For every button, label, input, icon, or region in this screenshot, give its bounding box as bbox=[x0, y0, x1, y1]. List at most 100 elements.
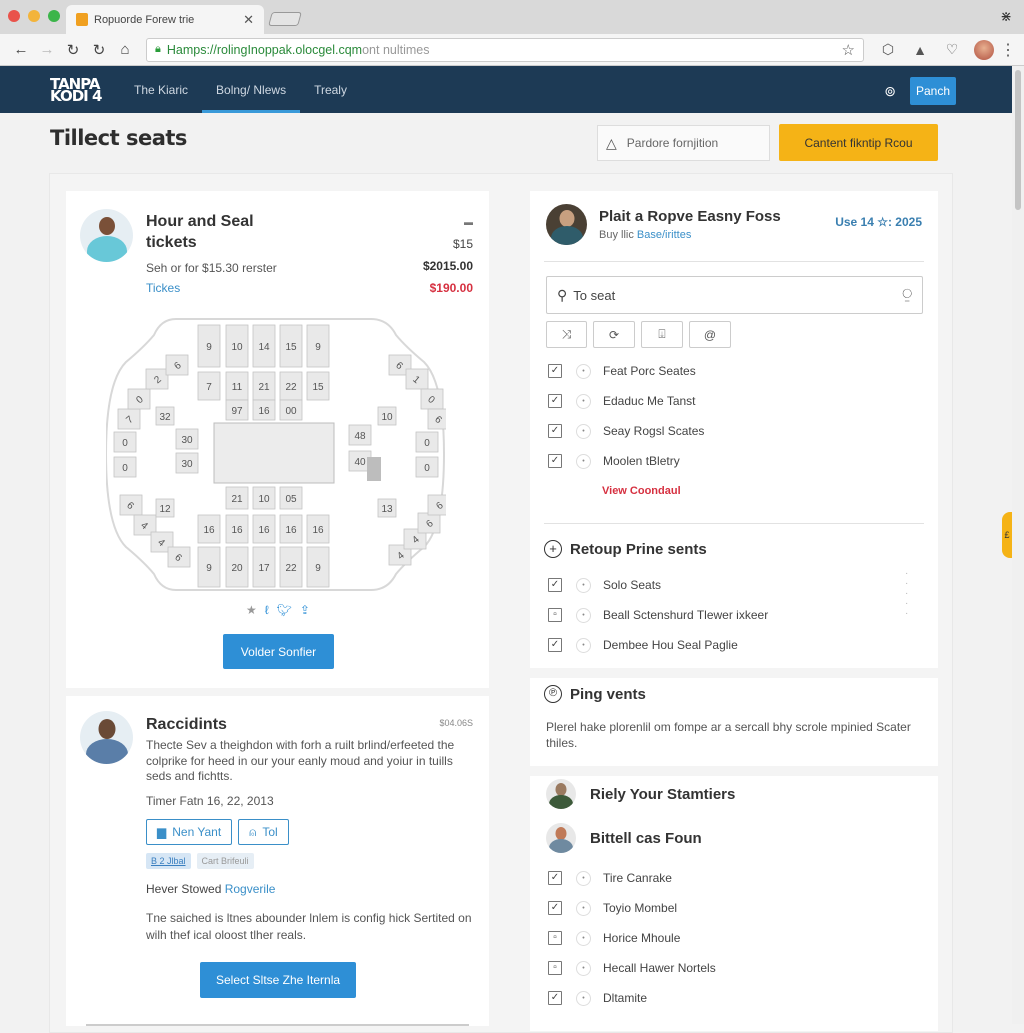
star-icon[interactable]: ★ bbox=[246, 603, 257, 617]
radio-icon[interactable]: • bbox=[576, 960, 591, 976]
seat-section[interactable]: 22 bbox=[279, 546, 303, 588]
person-row[interactable]: Riely Your Stamtiers bbox=[546, 779, 735, 809]
address-bar[interactable]: 🔒︎ Hamps://rolingInoppak.olocgel.cqm ont… bbox=[146, 37, 864, 62]
minimize-window-button[interactable] bbox=[28, 10, 40, 22]
tickets-link[interactable]: Tickes bbox=[146, 281, 180, 295]
bookmark-star-icon[interactable]: ☆ bbox=[842, 41, 855, 59]
checkbox-checked[interactable]: ✓ bbox=[548, 454, 562, 468]
checkbox-checked[interactable]: ✓ bbox=[548, 991, 562, 1005]
shuffle-icon[interactable]: ⤨ bbox=[546, 321, 587, 348]
seat-section[interactable]: 10 bbox=[225, 324, 249, 368]
list-item[interactable]: ✓ • Tire Canrake bbox=[548, 863, 716, 893]
checkbox-checked[interactable]: ✓ bbox=[548, 364, 562, 378]
list-item[interactable]: ✓ • Edaduc Me Tanst bbox=[548, 386, 704, 416]
site-logo[interactable]: TANPA KODI 4 bbox=[50, 76, 120, 103]
feedback-side-tab[interactable]: £ bbox=[1002, 512, 1012, 558]
seat-section[interactable]: 16 bbox=[197, 514, 221, 544]
seat-section[interactable]: 17 bbox=[252, 546, 276, 588]
seat-section[interactable]: 48 bbox=[348, 424, 372, 446]
seat-section[interactable]: 6 bbox=[165, 354, 189, 376]
user-icon[interactable]: ⊚ bbox=[884, 83, 896, 100]
new-event-button[interactable]: ▆ Nen Yant bbox=[146, 819, 233, 845]
share-icon[interactable]: ⇪ bbox=[300, 603, 310, 617]
seat-section[interactable]: 0 bbox=[113, 431, 137, 453]
seat-section[interactable]: 21 bbox=[225, 486, 249, 510]
list-item[interactable]: ✓ • Feat Porc Seates bbox=[548, 356, 704, 386]
twitter-icon[interactable]: 🐦︎ bbox=[277, 603, 292, 617]
checkbox-checked[interactable]: ✓ bbox=[548, 901, 562, 915]
user-icon[interactable]: ⍜ bbox=[902, 286, 912, 304]
seat-section[interactable]: 6 bbox=[119, 494, 143, 516]
seat-section[interactable]: 0 bbox=[420, 388, 444, 410]
seat-section[interactable]: 00 bbox=[279, 399, 303, 421]
seat-section[interactable]: 22 bbox=[279, 371, 303, 401]
new-tab-button[interactable] bbox=[268, 12, 302, 26]
seat-section[interactable]: 10 bbox=[252, 486, 276, 510]
secondary-action-button[interactable]: △ Pardore fornjition bbox=[597, 125, 770, 161]
seat-section[interactable]: 16 bbox=[225, 514, 249, 544]
link-icon[interactable]: ℓ bbox=[265, 603, 269, 617]
nav-link-2[interactable]: Bolng/ Nlews bbox=[202, 66, 301, 113]
extension-heart-icon[interactable]: ♡ bbox=[936, 41, 968, 58]
view-all-link[interactable]: View Coondaul bbox=[602, 485, 681, 497]
seat-section[interactable]: 11 bbox=[225, 371, 249, 401]
tag-link[interactable]: B 2 Jlbal bbox=[146, 853, 191, 869]
radio-icon[interactable]: • bbox=[576, 870, 591, 886]
list-item[interactable]: ✓ • Moolen tBletry bbox=[548, 446, 704, 476]
radio-icon[interactable]: • bbox=[576, 607, 591, 623]
seat-section[interactable]: 7 bbox=[117, 408, 141, 430]
venue-seat-map[interactable]: 9 10 14 15 97 11 21 22 1597 16 0021 10 0516 16 16 16 169… bbox=[106, 317, 446, 592]
nav-link-1[interactable]: The Kiaric bbox=[120, 66, 202, 113]
seat-section[interactable]: 9 bbox=[197, 324, 221, 368]
seat-section[interactable]: 12 bbox=[155, 498, 175, 518]
extension-shield-icon[interactable]: ⬡ bbox=[872, 41, 904, 58]
radio-icon[interactable]: • bbox=[576, 393, 591, 409]
seat-section[interactable]: 14 bbox=[252, 324, 276, 368]
share-icon[interactable]: ⟳ bbox=[593, 321, 635, 348]
seat-section[interactable]: 6 bbox=[417, 512, 441, 534]
primary-action-button[interactable]: Cantent fikntip Rcou bbox=[779, 124, 938, 161]
scrollbar-thumb[interactable] bbox=[1015, 70, 1021, 210]
checkbox-unchecked[interactable]: ▫ bbox=[548, 608, 562, 622]
checkbox-checked[interactable]: ✓ bbox=[548, 578, 562, 592]
seat-section[interactable]: 13 bbox=[377, 498, 397, 518]
seat-section[interactable]: 0 bbox=[127, 388, 151, 410]
checkbox-checked[interactable]: ✓ bbox=[548, 638, 562, 652]
list-item[interactable]: ✓ • Seay Rogsl Scates bbox=[548, 416, 704, 446]
seat-section[interactable]: 30 bbox=[175, 452, 199, 474]
seat-section[interactable]: 7 bbox=[197, 371, 221, 401]
radio-icon[interactable]: • bbox=[576, 363, 591, 379]
download-icon[interactable]: ⍗ bbox=[641, 321, 683, 348]
seat-search-input[interactable]: ⚲ To seat ⍜ bbox=[546, 276, 923, 314]
list-item[interactable]: ✓ • Solo Seats bbox=[548, 570, 768, 600]
home-icon[interactable]: ⌂ bbox=[112, 41, 138, 58]
event-subtitle-link[interactable]: Base/irittes bbox=[637, 229, 691, 241]
plus-circle-icon[interactable]: + bbox=[544, 540, 562, 558]
maximize-window-button[interactable] bbox=[48, 10, 60, 22]
forward-icon[interactable]: → bbox=[34, 41, 60, 58]
radio-icon[interactable]: • bbox=[576, 637, 591, 653]
checkbox-checked[interactable]: ✓ bbox=[548, 424, 562, 438]
select-seats-button[interactable]: Volder Sonfier bbox=[223, 634, 334, 669]
radio-icon[interactable]: • bbox=[576, 453, 591, 469]
list-item[interactable]: ✓ • Toyio Mombel bbox=[548, 893, 716, 923]
list-item[interactable]: ✓ • Dembee Hou Seal Paglie bbox=[548, 630, 768, 660]
seat-section[interactable]: 9 bbox=[197, 546, 221, 588]
checkbox-checked[interactable]: ✓ bbox=[548, 871, 562, 885]
tag[interactable]: Cart Brifeuli bbox=[196, 853, 254, 869]
back-icon[interactable]: ← bbox=[8, 41, 34, 58]
seat-section[interactable]: 0 bbox=[415, 456, 439, 478]
window-menu-icon[interactable]: ⋇ bbox=[1000, 8, 1012, 25]
radio-icon[interactable]: • bbox=[576, 990, 591, 1006]
seat-section[interactable]: 16 bbox=[252, 399, 276, 421]
at-icon[interactable]: @ bbox=[689, 321, 731, 348]
seat-section[interactable]: 32 bbox=[155, 406, 175, 426]
person-row[interactable]: Bittell cas Foun bbox=[546, 823, 702, 853]
seat-section[interactable]: 30 bbox=[175, 428, 199, 450]
profile-avatar[interactable] bbox=[974, 39, 994, 60]
checkbox-checked[interactable]: ✓ bbox=[548, 394, 562, 408]
browser-tab[interactable]: Ropuorde Forew trie ✕ bbox=[66, 5, 264, 34]
seat-section[interactable]: 0 bbox=[415, 431, 439, 453]
seat-section[interactable]: 16 bbox=[306, 514, 330, 544]
checkbox-unchecked[interactable]: ▫ bbox=[548, 961, 562, 975]
